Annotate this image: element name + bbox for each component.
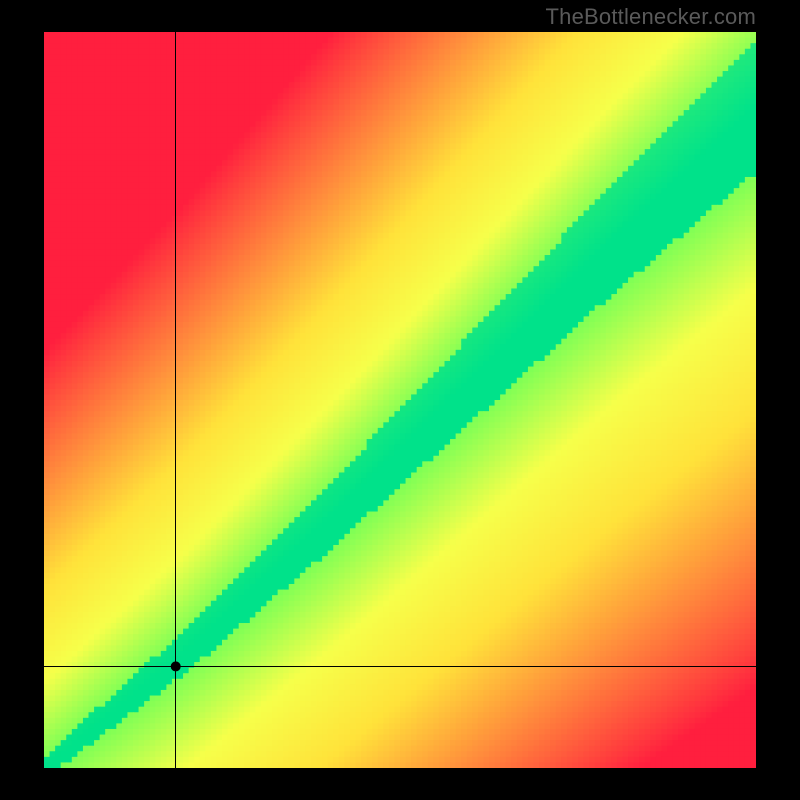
chart-frame: TheBottlenecker.com bbox=[0, 0, 800, 800]
heatmap-canvas bbox=[44, 32, 756, 768]
heatmap-cells bbox=[44, 32, 756, 768]
heatmap-plot bbox=[44, 32, 756, 768]
watermark-text: TheBottlenecker.com bbox=[546, 4, 756, 30]
